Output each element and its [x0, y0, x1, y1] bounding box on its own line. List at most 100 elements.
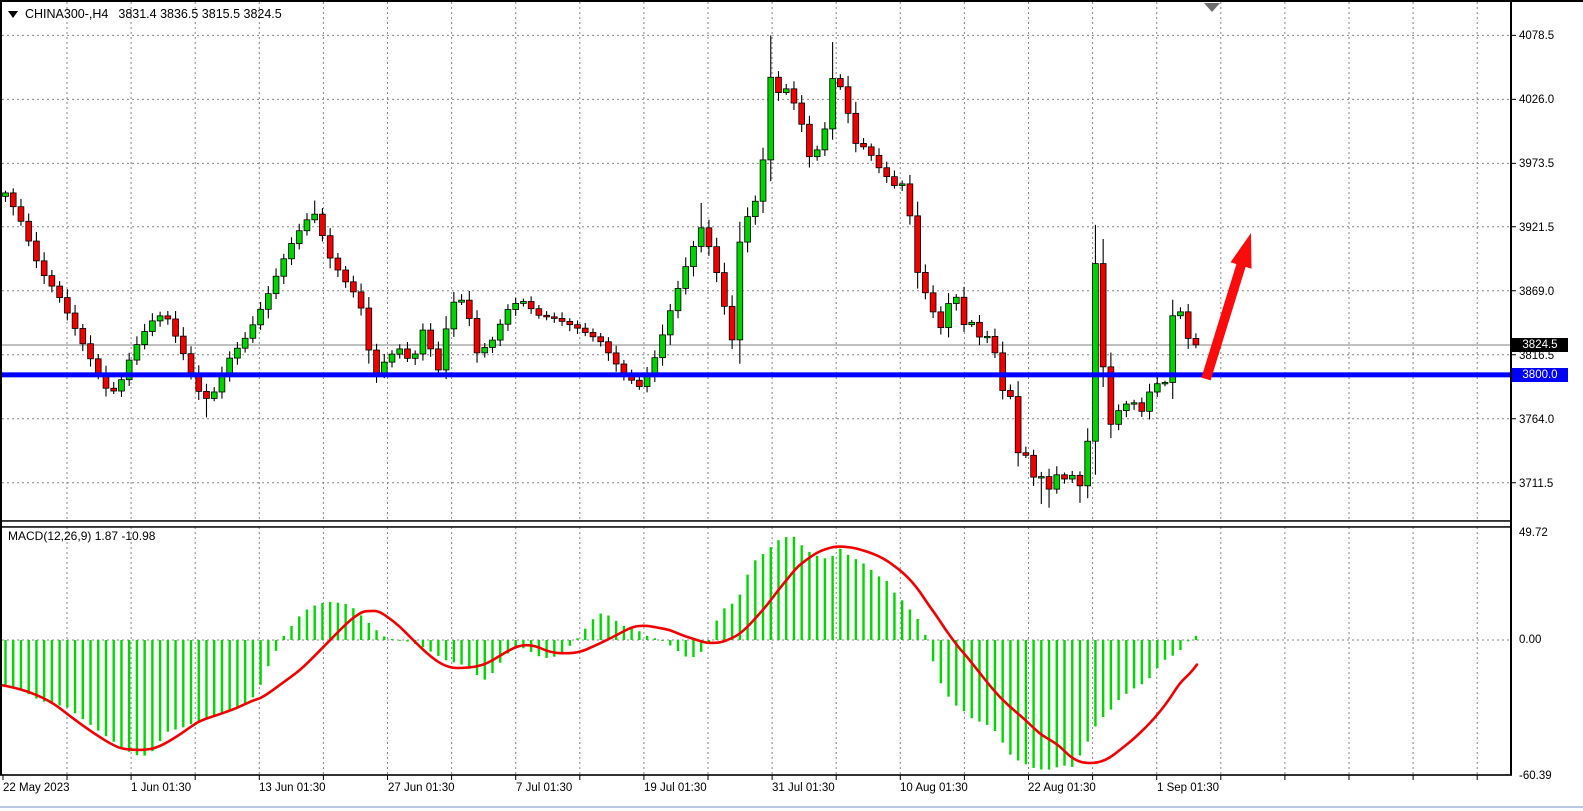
candle-body [1147, 392, 1153, 411]
candle-body [837, 79, 843, 87]
candle-body [149, 321, 155, 332]
candle-body [296, 231, 302, 244]
macd-histogram-bar [97, 640, 99, 731]
candle-body [706, 228, 712, 247]
candle-body [72, 313, 78, 328]
candle-body [3, 193, 9, 197]
support-price-tag: 3800.0 [1512, 368, 1568, 382]
left-border [0, 0, 2, 775]
candle-body [482, 347, 488, 352]
macd-histogram-bar [1148, 640, 1150, 678]
macd-histogram-bar [66, 640, 68, 708]
candle-body [474, 318, 480, 352]
candle-body [95, 359, 101, 374]
candle-body [451, 302, 457, 329]
candle-body [242, 338, 248, 348]
candle-body [1077, 475, 1083, 485]
candle-body [435, 349, 441, 370]
candle-body [397, 349, 403, 354]
macd-histogram-bar [491, 640, 493, 673]
candle-body [1000, 353, 1006, 391]
candle-body [304, 220, 310, 231]
macd-histogram-bar [499, 640, 501, 663]
macd-histogram-bar [723, 608, 725, 640]
time-axis-label: 22 May 2023 [3, 781, 70, 795]
candle-body [18, 207, 24, 222]
candle-body [1123, 404, 1129, 411]
macd-histogram-bar [831, 556, 833, 640]
candle-body [544, 315, 550, 317]
macd-histogram-bar [468, 640, 470, 669]
candle-body [358, 292, 364, 308]
price-axis-label: 3921.5 [1519, 221, 1554, 235]
candle-body [34, 241, 40, 261]
macd-histogram-bar [329, 602, 331, 640]
chart-canvas[interactable] [0, 0, 1583, 811]
candle-body [884, 168, 890, 177]
time-axis-label: 13 Jun 01:30 [259, 781, 326, 795]
mt4-chart-window: CHINA300-,H4 3831.4 3836.5 3815.5 3824.5… [0, 0, 1583, 811]
macd-histogram-bar [1195, 636, 1197, 640]
candle-body [691, 246, 697, 266]
macd-histogram-bar [762, 554, 764, 640]
candle-body [551, 317, 557, 319]
macd-histogram-bar [128, 640, 130, 752]
macd-histogram-bar [460, 640, 462, 665]
candle-body [598, 337, 604, 342]
macd-histogram-bar [58, 640, 60, 705]
candle-body [157, 316, 163, 321]
macd-histogram-bar [167, 640, 169, 732]
candle-body [250, 325, 256, 338]
macd-histogram-bar [221, 640, 223, 714]
candle-body [1193, 338, 1199, 344]
macd-histogram-bar [901, 600, 903, 640]
candle-body [211, 392, 217, 398]
candle-body [505, 309, 511, 324]
candle-body [606, 342, 612, 353]
candle-body [497, 324, 503, 340]
macd-histogram-bar [569, 640, 571, 646]
time-axis-label: 1 Sep 01:30 [1157, 781, 1219, 795]
candle-body [660, 335, 666, 358]
macd-histogram-bar [1079, 640, 1081, 756]
symbol-dropdown-triangle-icon[interactable] [8, 11, 18, 18]
status-separator [0, 806, 1583, 808]
time-axis-label: 1 Jun 01:30 [131, 781, 191, 795]
ohlc-values: 3831.4 3836.5 3815.5 3824.5 [118, 7, 281, 21]
candle-body [64, 298, 70, 313]
macd-histogram-bar [51, 640, 53, 703]
macd-histogram-bar [74, 640, 76, 713]
time-axis-label: 7 Jul 01:30 [516, 781, 572, 795]
candle-body [1162, 382, 1168, 383]
price-axis-label: 3973.5 [1519, 157, 1554, 171]
macd-histogram-bar [360, 615, 362, 640]
macd-histogram-bar [839, 549, 841, 640]
macd-histogram-bar [12, 640, 14, 688]
candle-body [729, 306, 735, 340]
macd-histogram-bar [1156, 640, 1158, 668]
trend-arrow-annotation[interactable] [1201, 233, 1251, 380]
macd-histogram-bar [484, 640, 486, 680]
macd-histogram-bar [476, 640, 478, 675]
candle-body [405, 349, 411, 358]
support-hline-3800[interactable] [0, 372, 1510, 377]
macd-histogram-bar [383, 636, 385, 640]
macd-histogram-bar [1048, 640, 1050, 770]
candle-body [868, 147, 874, 156]
candle-body [1038, 477, 1044, 478]
candle-body [258, 309, 264, 325]
time-axis-label: 27 Jun 01:30 [388, 781, 455, 795]
main-grid-layer [2, 2, 1510, 521]
candle-body [992, 336, 998, 352]
macd-histogram-bar [638, 631, 640, 640]
candle-body [1093, 264, 1099, 442]
macd-histogram-bar [715, 621, 717, 640]
candle-body [938, 312, 944, 328]
macd-histogram-bar [770, 547, 772, 640]
candle-body [350, 282, 356, 292]
candle-body [636, 380, 642, 386]
candles-layer [3, 35, 1199, 507]
candle-body [861, 143, 867, 146]
macd-histogram-bar [1141, 640, 1143, 684]
macd-histogram-bar [1110, 640, 1112, 710]
